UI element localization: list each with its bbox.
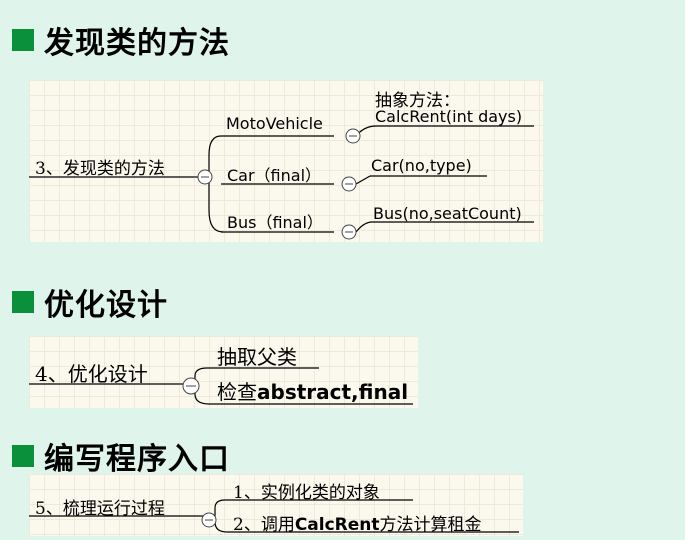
square-bullet-icon — [12, 445, 34, 467]
mindmap-leaf-car-constructor: Car(no,type) — [371, 156, 472, 175]
mindmap-node-extract-parent: 抽取父类 — [217, 345, 297, 369]
mindmap-node-call-calcrent: 2、调用CalcRent方法计算租金 — [233, 515, 482, 535]
minus-circle-icon[interactable] — [201, 512, 217, 528]
mindmap-node-check-abstract-final: 检查abstract,final — [217, 380, 409, 404]
mindmap-node-motovehicle: MotoVehicle — [226, 114, 323, 133]
minus-circle-icon[interactable] — [182, 377, 200, 395]
minus-circle-icon[interactable] — [341, 176, 357, 192]
mindmap-node-bus: Bus（final） — [227, 213, 323, 232]
mindmap-leaf-calcrent: CalcRent(int days) — [375, 107, 523, 126]
minus-circle-icon[interactable] — [341, 224, 357, 240]
mindmap-node-instantiate: 1、实例化类的对象 — [233, 483, 380, 503]
minus-circle-icon[interactable] — [197, 169, 213, 185]
square-bullet-icon — [12, 291, 34, 313]
mindmap-root: 4、优化设计 — [35, 362, 148, 386]
mindmap-root: 3、发现类的方法 — [35, 159, 165, 179]
section-heading-entry: 编写程序入口 — [12, 434, 230, 478]
section-heading-optimize: 优化设计 — [12, 280, 168, 324]
mindmap-root: 5、梳理运行过程 — [35, 499, 165, 519]
section-heading-discover: 发现类的方法 — [12, 18, 230, 62]
mindmap-node-car: Car（final） — [227, 166, 322, 185]
square-bullet-icon — [12, 29, 34, 51]
heading-text: 发现类的方法 — [44, 26, 230, 61]
minus-circle-icon[interactable] — [345, 128, 361, 144]
mindmap-leaf-bus-constructor: Bus(no,seatCount) — [373, 204, 522, 223]
mindmap-program-entry: 5、梳理运行过程 1、实例化类的对象 2、调用CalcRent方法计算租金 — [29, 474, 523, 536]
mindmap-discover-classes: 3、发现类的方法 MotoVehicle 抽象方法： CalcRent(int … — [29, 80, 543, 242]
mindmap-optimize-design: 4、优化设计 抽取父类 检查abstract,final — [29, 336, 418, 408]
heading-text: 优化设计 — [44, 288, 168, 323]
heading-text: 编写程序入口 — [44, 442, 230, 477]
